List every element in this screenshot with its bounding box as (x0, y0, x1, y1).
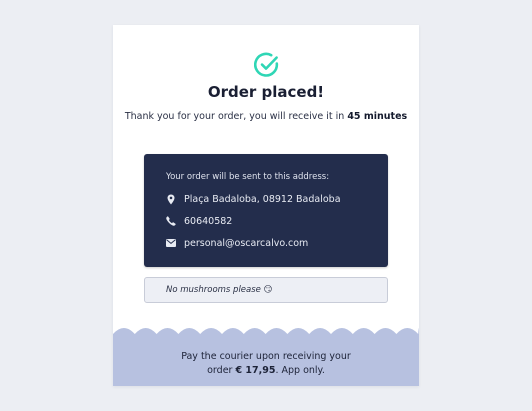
order-confirmation-card: Order placed! Thank you for your order, … (113, 25, 419, 386)
address-row: Plaça Badaloba, 08912 Badaloba (166, 192, 341, 206)
phone-row: 60640582 (166, 214, 232, 228)
address-text: Plaça Badaloba, 08912 Badaloba (184, 193, 341, 205)
order-note: No mushrooms please 😏 (144, 277, 388, 303)
check-circle-icon (253, 52, 280, 78)
payment-amount: € 17,95 (235, 365, 276, 376)
payment-instructions: Pay the courier upon receiving your orde… (113, 350, 419, 378)
confirmation-message: Thank you for your order, you will recei… (113, 111, 419, 122)
order-note-text: No mushrooms please (166, 285, 261, 295)
delivery-time: 45 minutes (347, 111, 408, 122)
envelope-icon (166, 237, 176, 249)
email-row: personal@oscarcalvo.com (166, 236, 308, 250)
page-title: Order placed! (207, 83, 325, 101)
phone-text: 60640582 (184, 215, 233, 227)
location-pin-icon (166, 193, 176, 205)
delivery-address-panel: Your order will be sent to this address:… (144, 154, 388, 267)
payment-line-1: Pay the courier upon receiving your (181, 351, 351, 362)
payment-app-only: . App only. (275, 365, 325, 376)
smirk-emoji-icon: 😏 (263, 285, 273, 295)
phone-icon (166, 215, 176, 227)
address-heading: Your order will be sent to this address: (166, 172, 330, 182)
email-text: personal@oscarcalvo.com (184, 237, 309, 249)
payment-footer: Pay the courier upon receiving your orde… (113, 324, 419, 386)
payment-order-label: order (207, 365, 233, 376)
confirmation-message-text: Thank you for your order, you will recei… (124, 111, 345, 122)
payment-line-2: order € 17,95. App only. (113, 364, 419, 378)
